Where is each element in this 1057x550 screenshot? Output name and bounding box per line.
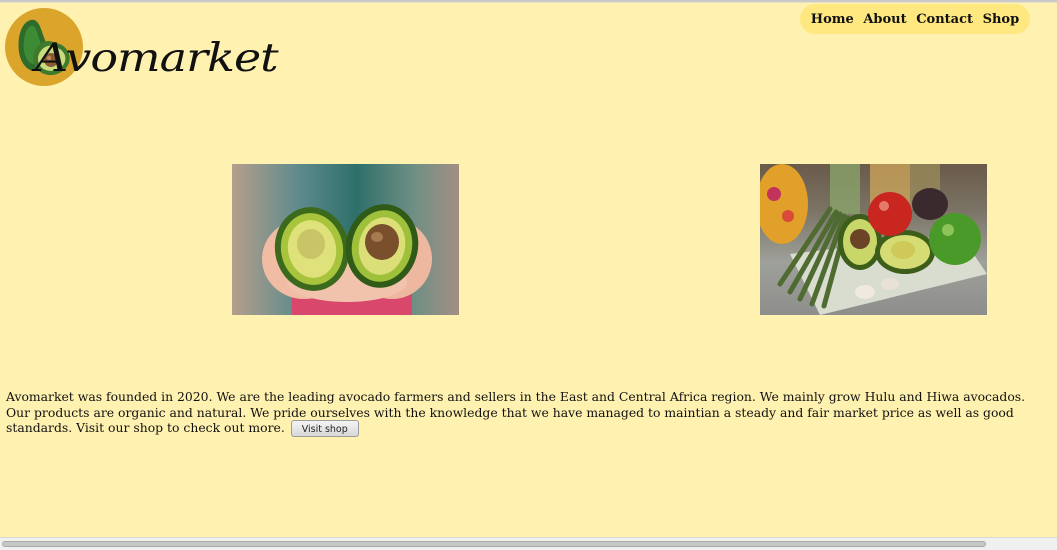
nav-link-contact[interactable]: Contact [916, 12, 973, 27]
intro-text: Avomarket was founded in 2020. We are th… [6, 389, 1026, 435]
visit-shop-button[interactable]: Visit shop [290, 420, 359, 437]
horizontal-scrollbar[interactable] [0, 537, 1057, 550]
logo-wordmark: Avomarket [35, 34, 279, 81]
nav-link-about[interactable]: About [863, 12, 906, 27]
window-top-edge [0, 0, 1057, 3]
vegetables-photo [760, 164, 987, 315]
nav-link-home[interactable]: Home [811, 12, 854, 27]
avocado-halves-photo [232, 164, 459, 315]
main-nav: Home About Contact Shop [800, 4, 1030, 34]
scrollbar-thumb[interactable] [2, 541, 986, 547]
site-logo[interactable]: Avomarket [5, 8, 279, 92]
page: Avomarket Home About Contact Shop Avomar… [0, 0, 1057, 550]
nav-link-shop[interactable]: Shop [983, 12, 1020, 27]
intro-paragraph: Avomarket was founded in 2020. We are th… [6, 389, 1046, 437]
